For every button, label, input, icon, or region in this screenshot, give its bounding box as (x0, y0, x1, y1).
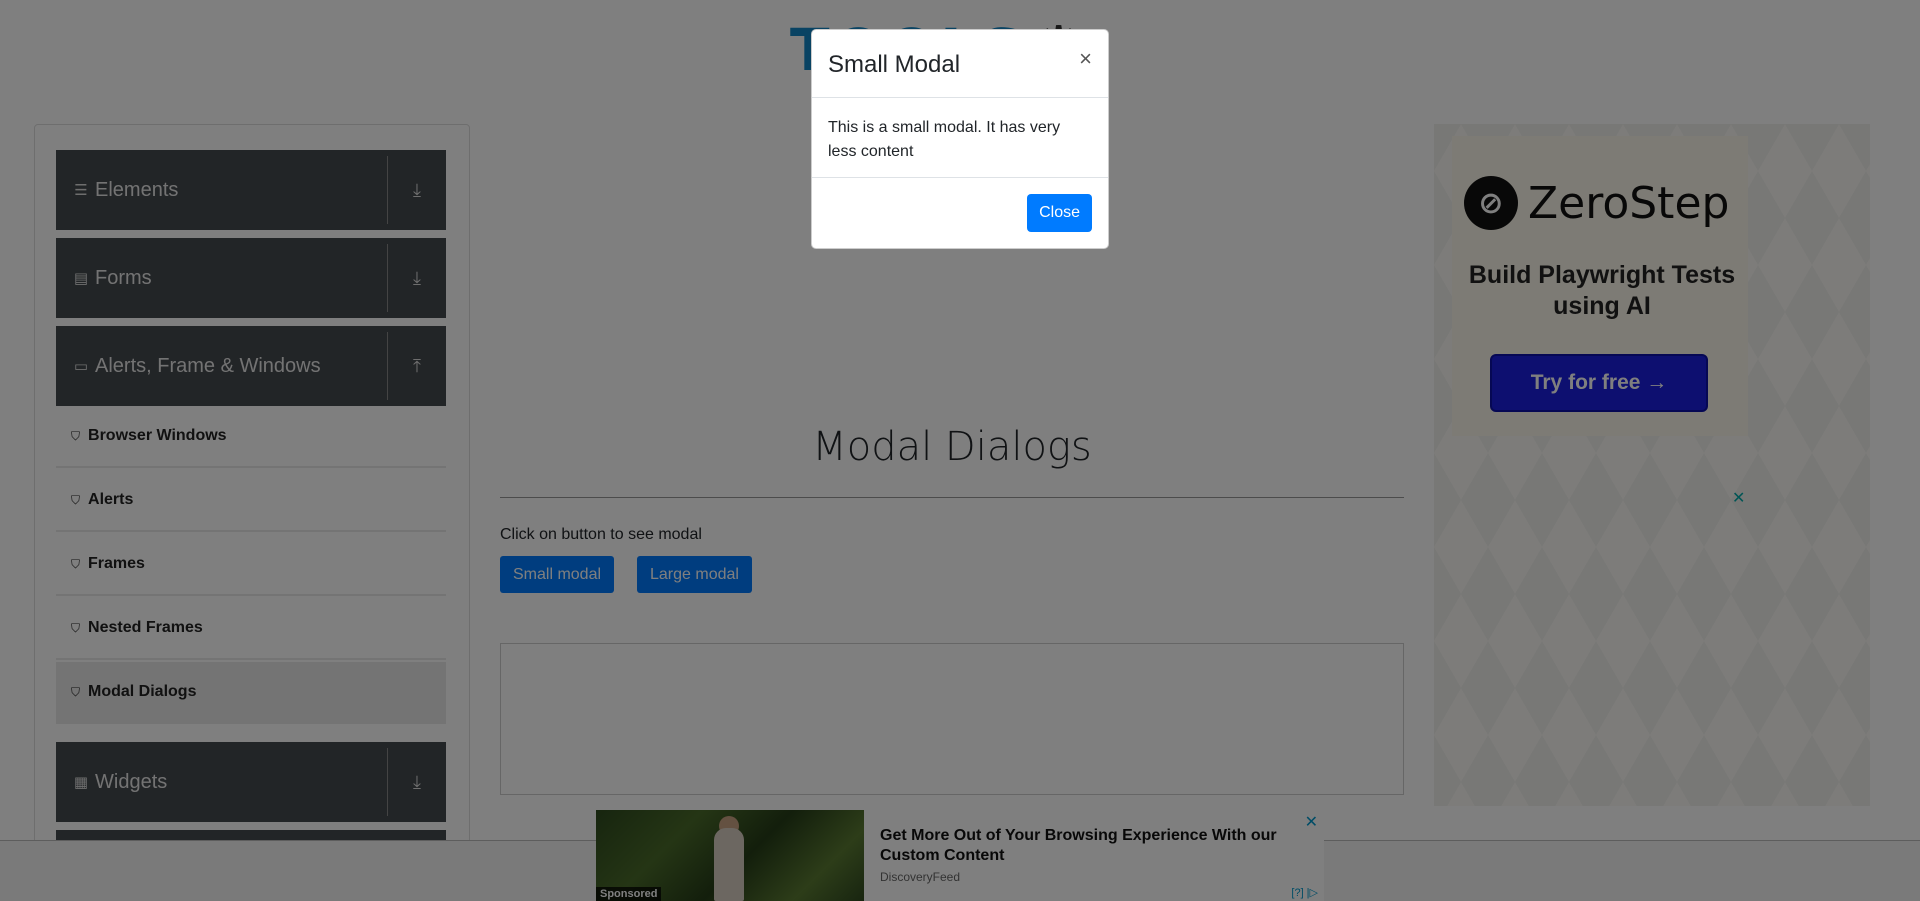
close-icon[interactable]: × (1079, 48, 1092, 70)
modal-header: Small Modal × (812, 30, 1108, 98)
modal-body-text: This is a small modal. It has very less … (812, 98, 1108, 178)
modal-footer: Close (812, 178, 1108, 248)
modal-title: Small Modal (828, 51, 961, 78)
close-button[interactable]: Close (1027, 194, 1092, 232)
small-modal-dialog: Small Modal × This is a small modal. It … (811, 29, 1109, 249)
